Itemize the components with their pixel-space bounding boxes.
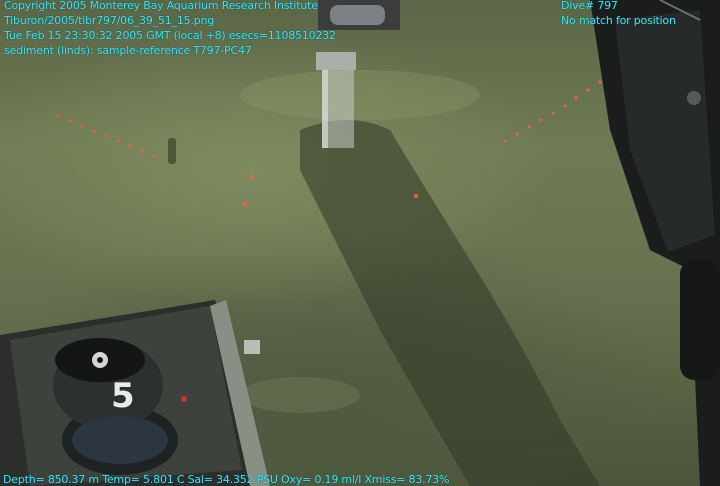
small-stone [168,138,176,164]
tool-shadow [300,120,600,486]
video-frame: 5 Copyright 2005 Monterey Bay Aquarium R… [0,0,720,486]
rov-arm-right [590,0,720,486]
sample-quadrat: 5 [0,300,270,486]
sediment-mound [240,70,480,120]
quadrat-label: 5 [111,376,135,416]
timestamp-text: Tue Feb 15 23:30:32 2005 GMT (local +8) … [4,29,336,42]
seafloor-scene: 5 [0,0,720,486]
sensor-text: Depth= 850.37 m Temp= 5.801 C Sal= 34.35… [3,473,450,486]
overlay-top-left: Copyright 2005 Monterey Bay Aquarium Res… [4,0,336,58]
sediment-patch [240,377,360,413]
overlay-top-right: Dive# 797 No match for position [561,0,676,28]
dive-number: Dive# 797 [561,0,618,12]
position-status: No match for position [561,14,676,27]
image-file-text: Tiburon/2005/tibr797/06_39_51_15.png [4,14,215,27]
copyright-text: Copyright 2005 Monterey Bay Aquarium Res… [4,0,318,12]
annotation-text: sediment (linds): sample-reference T797-… [4,44,252,57]
overlay-sensor-readout: Depth= 850.37 m Temp= 5.801 C Sal= 34.35… [3,472,449,486]
